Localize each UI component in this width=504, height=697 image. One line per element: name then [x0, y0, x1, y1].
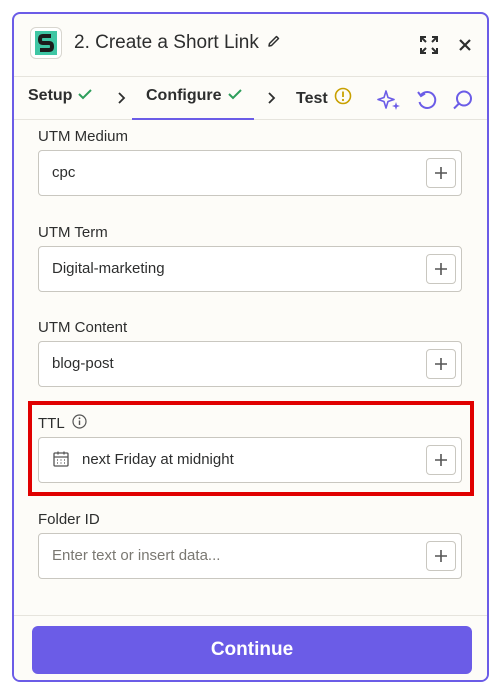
ttl-label: TTL — [38, 414, 87, 433]
tab-setup[interactable]: Setup — [28, 87, 93, 105]
utm-medium-field[interactable]: cpc — [38, 150, 462, 196]
utm-term-field[interactable]: Digital-marketing — [38, 246, 462, 292]
utm-content-field[interactable]: blog-post — [38, 341, 462, 387]
close-icon[interactable] — [452, 32, 478, 58]
insert-data-button[interactable] — [426, 445, 456, 475]
plus-icon — [435, 454, 447, 466]
tab-test[interactable]: Test — [296, 87, 352, 110]
panel-header: 2. Create a Short Link — [14, 14, 487, 76]
check-icon — [78, 87, 93, 105]
tab-configure[interactable]: Configure — [146, 87, 242, 105]
sparkle-icon[interactable] — [376, 87, 402, 113]
info-icon[interactable] — [72, 414, 87, 433]
step-tabs: Setup Configure Test — [14, 76, 487, 120]
short-io-logo — [30, 27, 62, 59]
ttl-label-text: TTL — [38, 415, 65, 432]
panel-footer: Continue — [14, 615, 487, 680]
utm-content-value: blog-post — [52, 355, 114, 372]
chevron-right-icon — [118, 91, 126, 109]
step-panel: 2. Create a Short Link Setup Configure T… — [12, 12, 489, 682]
tab-configure-label: Configure — [146, 87, 222, 104]
insert-data-button[interactable] — [426, 349, 456, 379]
utm-medium-label: UTM Medium — [38, 128, 129, 145]
plus-icon — [435, 358, 447, 370]
step-title[interactable]: 2. Create a Short Link — [74, 32, 281, 54]
tab-setup-label: Setup — [28, 87, 73, 104]
chevron-right-icon — [268, 91, 276, 109]
folder-id-field[interactable]: Enter text or insert data... — [38, 533, 462, 579]
plus-icon — [435, 550, 447, 562]
pencil-icon[interactable] — [267, 32, 281, 54]
plus-icon — [435, 263, 447, 275]
tab-test-label: Test — [296, 89, 328, 107]
utm-term-value: Digital-marketing — [52, 260, 165, 277]
warning-icon — [334, 87, 352, 110]
utm-content-label: UTM Content — [38, 319, 128, 336]
ttl-value: next Friday at midnight — [82, 451, 234, 468]
folder-id-label: Folder ID — [38, 511, 100, 528]
insert-data-button[interactable] — [426, 254, 456, 284]
check-icon — [227, 87, 242, 105]
undo-icon[interactable] — [414, 87, 440, 113]
utm-term-label: UTM Term — [38, 224, 108, 241]
step-title-text: 2. Create a Short Link — [74, 32, 259, 53]
insert-data-button[interactable] — [426, 158, 456, 188]
plus-icon — [435, 167, 447, 179]
utm-medium-value: cpc — [52, 164, 76, 181]
expand-icon[interactable] — [416, 32, 442, 58]
active-tab-indicator — [132, 118, 254, 120]
folder-id-placeholder: Enter text or insert data... — [52, 547, 221, 564]
ttl-field[interactable]: next Friday at midnight — [38, 437, 462, 483]
calendar-icon — [52, 450, 70, 473]
search-icon[interactable] — [450, 87, 476, 113]
insert-data-button[interactable] — [426, 541, 456, 571]
continue-button[interactable]: Continue — [32, 626, 472, 674]
